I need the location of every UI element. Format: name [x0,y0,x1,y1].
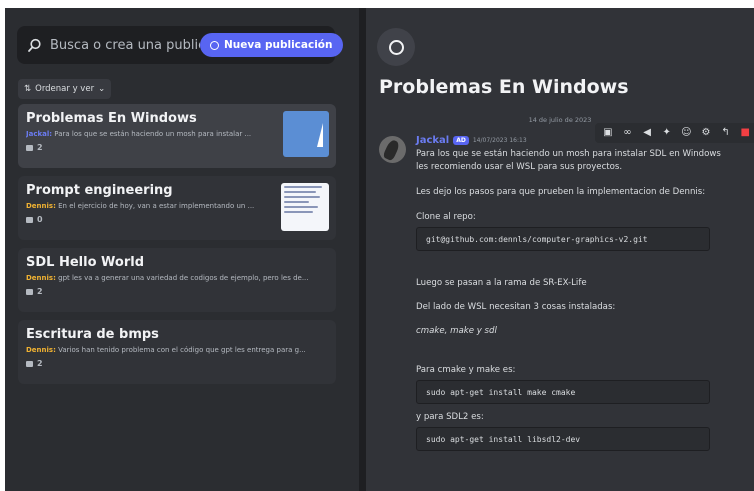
panel-divider[interactable] [359,8,366,491]
forum-post-list-panel: Nueva publicación ⇅ Ordenar y ver ⌄ Prob… [5,8,359,491]
message-text: Luego se pasan a la rama de SR-EX-Life [416,278,587,288]
message-icon [26,360,33,367]
message-text: Para cmake y make es: [416,365,516,375]
post-card[interactable]: Escritura de bmps Dennis: Varios han ten… [18,320,336,384]
new-post-label: Nueva publicación [224,39,333,51]
new-post-icon [210,40,219,50]
sort-label: Ordenar y ver [35,84,95,94]
message-text: y para SDL2 es: [416,412,484,422]
post-preview: Dennis: En el ejercicio de hoy, van a es… [26,202,272,210]
reply-count: 2 [26,359,328,368]
message-text: cmake, make y sdl [416,326,497,336]
message-text: Del lado de WSL necesitan 3 cosas instal… [416,302,616,312]
message-text: les recomiendo usar el WSL para sus proy… [416,162,623,172]
post-thumbnail [283,111,329,157]
post-card[interactable]: Problemas En Windows Jackal: Para los qu… [18,104,336,168]
message-header: Jackal AD 14/07/2023 16:13 [416,135,754,146]
post-preview: Dennis: Varios han tenido problema con e… [26,346,326,354]
reply-count-value: 2 [37,287,43,296]
message-author[interactable]: Jackal [416,135,449,146]
post-title: Escritura de bmps [26,327,159,342]
thread-panel: Problemas En Windows 14 de julio de 2023… [366,8,754,491]
search-icon [28,38,41,52]
search-bar: Nueva publicación [17,26,343,64]
reply-count-value: 2 [37,359,43,368]
post-author: Dennis: [26,274,56,282]
post-title: SDL Hello World [26,255,145,270]
post-list: Problemas En Windows Jackal: Para los qu… [18,104,336,392]
post-author: Dennis: [26,202,56,210]
post-preview: Dennis: gpt les va a generar una varieda… [26,274,326,282]
post-author: Dennis: [26,346,56,354]
message: Jackal AD 14/07/2023 16:13 Para los que … [416,135,754,451]
sort-icon: ⇅ [24,84,32,94]
reply-count: 2 [26,287,328,296]
post-preview: Jackal: Para los que se están haciendo u… [26,130,272,138]
message-text: Para los que se están haciendo un mosh p… [416,149,721,159]
code-block: sudo apt-get install libsdl2-dev [416,427,710,451]
post-preview-text: Varios han tenido problema con el código… [58,346,306,354]
message-icon [26,288,33,295]
chevron-down-icon: ⌄ [98,84,106,94]
code-block: sudo apt-get install make cmake [416,380,710,404]
new-post-button[interactable]: Nueva publicación [200,33,343,57]
post-card[interactable]: SDL Hello World Dennis: gpt les va a gen… [18,248,336,312]
post-thumbnail [281,183,329,231]
reply-count-value: 0 [37,215,43,224]
message-icon [26,144,33,151]
message-icon [26,216,33,223]
post-author: Jackal: [26,130,53,138]
sort-view-button[interactable]: ⇅ Ordenar y ver ⌄ [18,79,112,99]
thread-icon [377,28,415,66]
message-text: Les dejo los pasos para que prueben la i… [416,187,706,197]
message-timestamp: 14/07/2023 16:13 [472,137,527,144]
reply-count-value: 2 [37,143,43,152]
post-card[interactable]: Prompt engineering Dennis: En el ejercic… [18,176,336,240]
search-input[interactable] [50,37,200,53]
discord-forum-window: Nueva publicación ⇅ Ordenar y ver ⌄ Prob… [5,8,754,491]
post-preview-text: Para los que se están haciendo un mosh p… [54,130,252,138]
post-preview-text: En el ejercicio de hoy, van a estar impl… [58,202,255,210]
role-badge: AD [453,136,469,145]
thread-title: Problemas En Windows [379,76,629,98]
post-preview-text: gpt les va a generar una variedad de cod… [58,274,309,282]
avatar[interactable] [379,136,406,163]
message-text: Clone al repo: [416,212,476,222]
code-block: git@github.com:dennls/computer-graphics-… [416,227,710,251]
